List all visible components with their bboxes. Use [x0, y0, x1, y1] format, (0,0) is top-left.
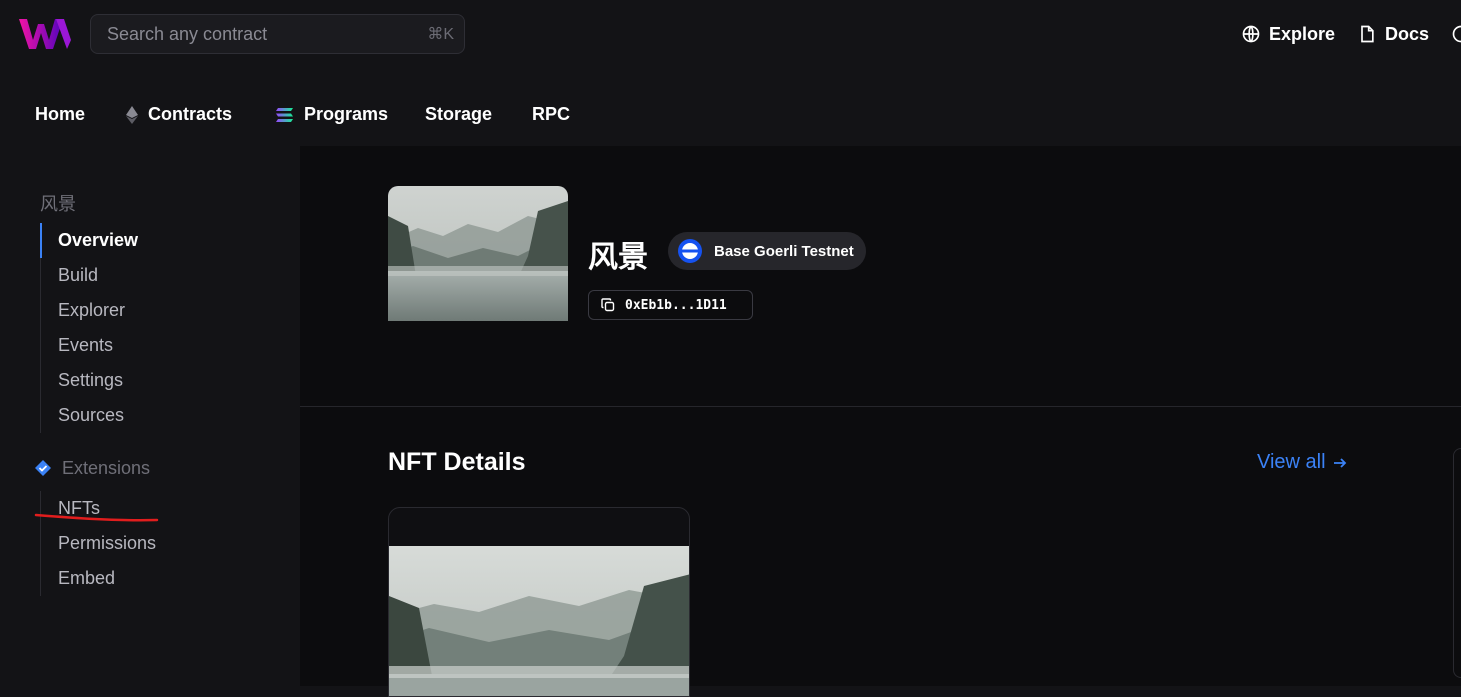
extension-badge-icon — [34, 459, 52, 477]
nav-contracts-label: Contracts — [148, 104, 232, 125]
explore-link[interactable]: Explore — [1241, 22, 1335, 46]
nft-image — [389, 546, 690, 697]
ethereum-icon — [126, 106, 138, 124]
main-nav: Home Contracts Programs Storage RPC — [0, 94, 1461, 138]
nav-storage[interactable]: Storage — [425, 104, 492, 125]
top-bar: ⌘K Explore Docs — [0, 0, 1461, 68]
sidebar-item-settings[interactable]: Settings — [41, 363, 138, 398]
chain-badge[interactable]: Base Goerli Testnet — [668, 232, 866, 270]
nft-card[interactable] — [388, 507, 690, 697]
copy-icon — [601, 298, 615, 312]
nav-storage-label: Storage — [425, 104, 492, 125]
extensions-title: Extensions — [62, 458, 150, 479]
nav-rpc-label: RPC — [532, 104, 570, 125]
search-shortcut: ⌘K — [427, 24, 454, 44]
sidebar-item-embed[interactable]: Embed — [41, 561, 156, 596]
search-input[interactable] — [91, 15, 411, 53]
nav-home-label: Home — [35, 104, 85, 125]
sidebar-item-permissions[interactable]: Permissions — [41, 526, 156, 561]
document-icon — [1357, 24, 1377, 44]
contract-address-copy[interactable]: 0xEb1b...1D11 — [588, 290, 753, 320]
nav-programs-label: Programs — [304, 104, 388, 125]
sidebar-item-events[interactable]: Events — [41, 328, 138, 363]
contract-thumbnail — [388, 186, 568, 321]
sidebar-item-overview[interactable]: Overview — [40, 223, 138, 258]
view-all-link[interactable]: View all — [1257, 451, 1348, 474]
nav-contracts[interactable]: Contracts — [126, 104, 232, 125]
sidebar-item-sources[interactable]: Sources — [41, 398, 138, 433]
nav-programs[interactable]: Programs — [275, 104, 388, 125]
sidebar-extension-group: NFTs Permissions Embed — [40, 491, 156, 596]
chain-name: Base Goerli Testnet — [714, 243, 854, 260]
landscape-image — [388, 186, 568, 321]
sidebar-contract-title: 风景 — [40, 190, 76, 216]
sidebar-item-explorer[interactable]: Explorer — [41, 293, 138, 328]
docs-label: Docs — [1385, 24, 1429, 45]
search-box[interactable]: ⌘K — [90, 14, 465, 54]
nav-home[interactable]: Home — [35, 104, 85, 125]
contract-address: 0xEb1b...1D11 — [625, 298, 727, 313]
thirdweb-logo[interactable] — [18, 16, 72, 50]
right-panel-edge — [1453, 448, 1461, 678]
globe-icon — [1241, 24, 1261, 44]
sidebar: 风景 Overview Build Explorer Events Settin… — [0, 146, 300, 686]
explore-label: Explore — [1269, 24, 1335, 45]
nft-details-heading: NFT Details — [388, 448, 526, 477]
nav-rpc[interactable]: RPC — [532, 104, 570, 125]
contract-name: 风景 — [588, 232, 648, 276]
sidebar-item-build[interactable]: Build — [41, 258, 138, 293]
sidebar-main-group: Overview Build Explorer Events Settings … — [40, 223, 138, 433]
solana-icon — [275, 107, 294, 123]
view-all-label: View all — [1257, 451, 1326, 474]
help-icon[interactable] — [1451, 24, 1461, 44]
main-content: 风景 Base Goerli Testnet 0xEb1b...1D11 NFT… — [300, 146, 1461, 686]
section-divider — [300, 406, 1461, 407]
base-chain-icon — [678, 239, 702, 263]
arrow-right-icon — [1332, 455, 1348, 471]
docs-link[interactable]: Docs — [1357, 22, 1429, 46]
red-underline-annotation — [34, 510, 160, 524]
